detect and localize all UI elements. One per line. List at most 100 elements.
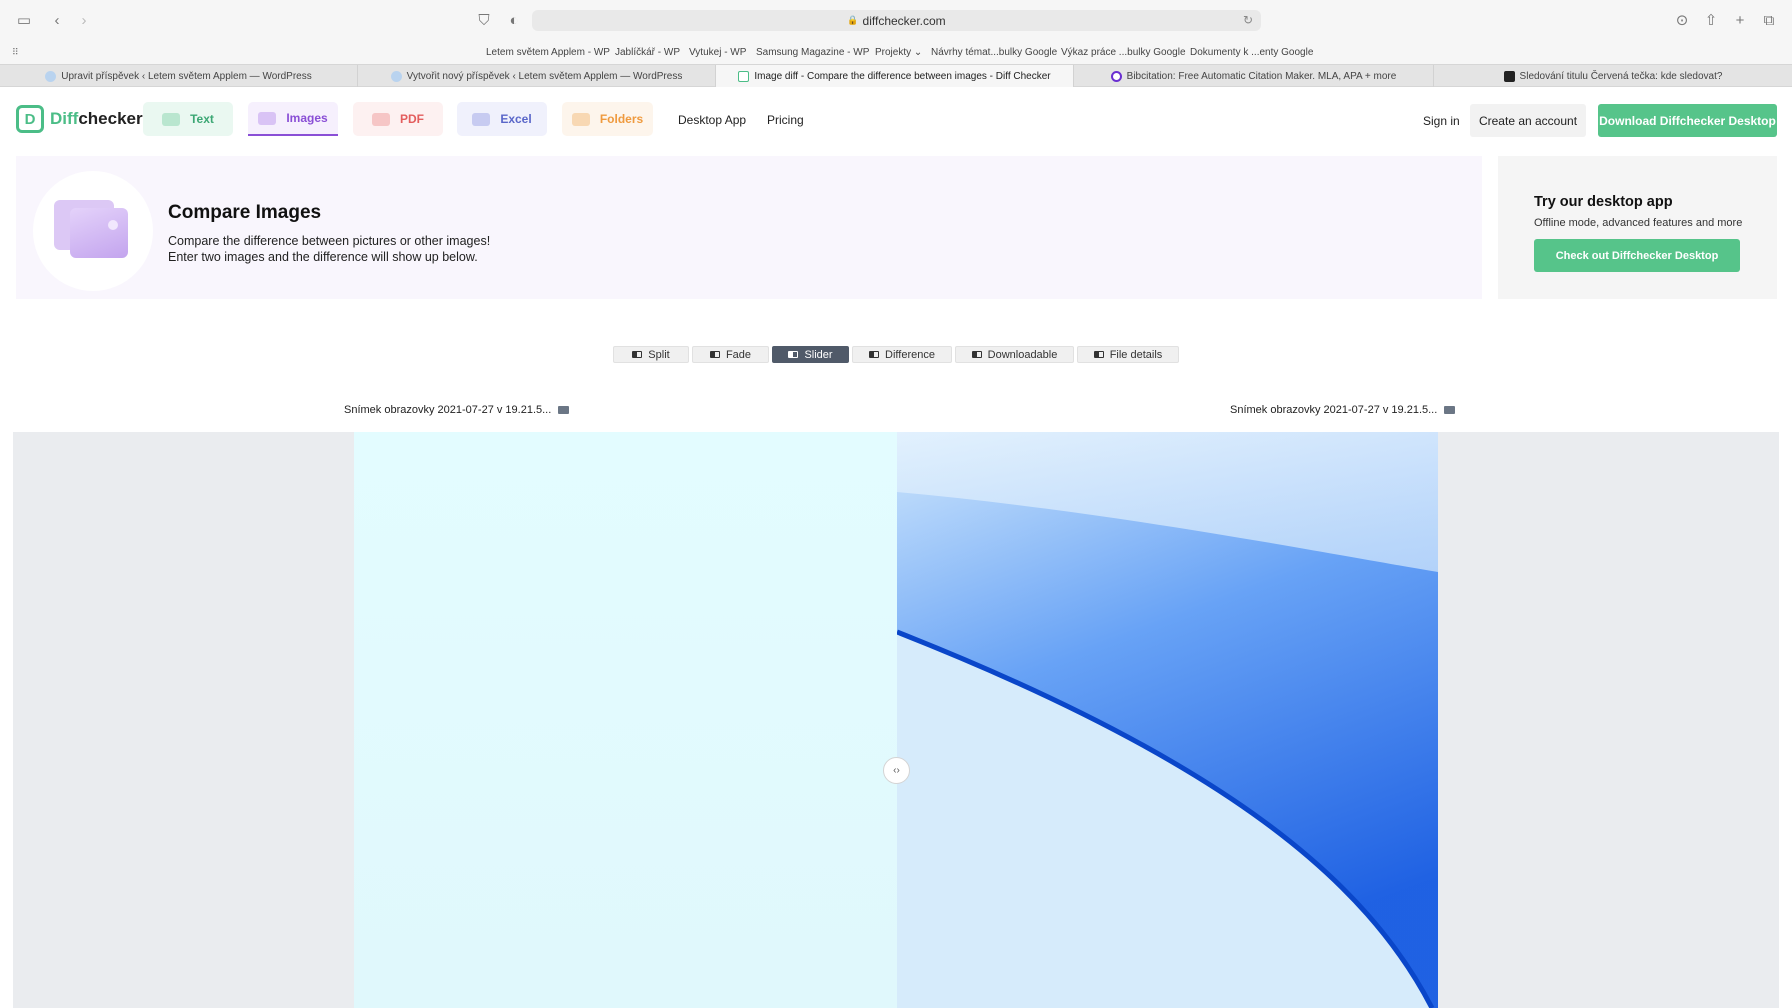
folder-diff-icon xyxy=(571,112,590,126)
promo-title: Try our desktop app xyxy=(1534,194,1673,210)
chevron-down-icon: ⌄ xyxy=(913,47,923,58)
favorite-item[interactable]: Vytukej - WP xyxy=(689,47,746,58)
page-title: Compare Images xyxy=(168,202,322,223)
reader-icon[interactable]: ◐ xyxy=(505,11,523,29)
back-icon[interactable]: ‹ xyxy=(48,11,66,29)
browser-tab[interactable]: Bibcitation: Free Automatic Citation Mak… xyxy=(1074,65,1434,87)
right-file-label: Snímek obrazovky 2021-07-27 v 19.21.5... xyxy=(1230,404,1438,416)
nav-tab-folders[interactable]: Folders xyxy=(562,102,653,136)
tab-title: Sledování titulu Červená tečka: kde sled… xyxy=(1519,70,1723,82)
split-icon xyxy=(632,351,643,358)
mode-label: Difference xyxy=(885,348,935,361)
mode-fade-button[interactable]: Fade xyxy=(692,346,769,363)
downloadable-icon xyxy=(971,351,982,358)
privacy-shield-icon[interactable]: ⛉ xyxy=(475,11,493,29)
mode-difference-button[interactable]: Difference xyxy=(852,346,952,363)
desktop-app-link[interactable]: Desktop App xyxy=(678,113,746,127)
browser-tab[interactable]: Sledování titulu Červená tečka: kde sled… xyxy=(1434,65,1792,87)
image-sun-icon xyxy=(108,220,118,230)
logo-text-suffix: checker xyxy=(78,109,143,128)
tab-title: Vytvořit nový příspěvek ‹ Letem světem A… xyxy=(406,70,683,82)
address-bar[interactable]: 🔒 diffchecker.com ↻ xyxy=(532,10,1261,31)
nav-tab-label: Excel xyxy=(500,112,532,126)
pdf-diff-icon xyxy=(372,112,390,126)
lock-icon: 🔒 xyxy=(847,15,859,25)
image-diff-icon xyxy=(258,111,277,125)
mode-slider-button[interactable]: Slider xyxy=(772,346,849,363)
create-account-button[interactable]: Create an account xyxy=(1470,104,1586,137)
reload-icon[interactable]: ↻ xyxy=(1243,13,1253,27)
nav-tab-label: Folders xyxy=(599,112,644,126)
mode-label: Fade xyxy=(725,348,752,361)
mode-label: Split xyxy=(648,348,670,361)
nav-tab-text[interactable]: Text xyxy=(143,102,233,136)
favorites-bar: ⠿ Letem světem Applem - WP Jablíčkář - W… xyxy=(0,40,1792,64)
pricing-link[interactable]: Pricing xyxy=(767,113,804,127)
mode-downloadable-button[interactable]: Downloadable xyxy=(955,346,1074,363)
nav-tab-label: Images xyxy=(286,111,328,125)
tab-title: Upravit příspěvek ‹ Letem světem Applem … xyxy=(61,70,312,82)
promo-subtitle: Offline mode, advanced features and more xyxy=(1534,217,1743,229)
text-diff-icon xyxy=(162,112,181,126)
url-text: diffchecker.com xyxy=(862,13,946,28)
image-comparison-stage: ‹› xyxy=(13,432,1779,1008)
hero-banner: Compare Images Compare the difference be… xyxy=(16,156,1482,299)
mode-label: Slider xyxy=(804,348,833,361)
favorite-item[interactable]: Návrhy témat...bulky Google xyxy=(931,47,1057,58)
favorites-grid-icon[interactable]: ⠿ xyxy=(12,47,24,57)
diffchecker-logo[interactable]: D Diffchecker xyxy=(16,105,143,133)
slider-handle[interactable]: ‹› xyxy=(883,757,910,784)
excel-diff-icon xyxy=(472,112,491,126)
left-file-name: Snímek obrazovky 2021-07-27 v 19.21.5... xyxy=(344,404,570,416)
tab-title: Image diff - Compare the difference betw… xyxy=(754,70,1051,82)
diffchecker-favicon-icon xyxy=(738,70,750,82)
tab-title: Bibcitation: Free Automatic Citation Mak… xyxy=(1126,70,1397,82)
folder-icon[interactable] xyxy=(558,406,570,414)
favorite-item-folder[interactable]: Projekty ⌄ xyxy=(875,47,922,58)
right-file-name: Snímek obrazovky 2021-07-27 v 19.21.5... xyxy=(1230,404,1456,416)
folder-icon[interactable] xyxy=(1444,406,1456,414)
forward-icon[interactable]: › xyxy=(75,11,93,29)
difference-icon xyxy=(869,351,880,358)
download-desktop-button[interactable]: Download Diffchecker Desktop xyxy=(1598,104,1777,137)
favorite-folder-label: Projekty xyxy=(875,47,912,58)
favorite-item[interactable]: Letem světem Applem - WP xyxy=(486,47,610,58)
desktop-promo-card: Try our desktop app Offline mode, advanc… xyxy=(1498,156,1777,299)
new-tab-icon[interactable]: + xyxy=(1731,11,1749,29)
nav-tab-label: PDF xyxy=(400,112,424,126)
fade-icon xyxy=(709,351,720,358)
tab-overview-icon[interactable]: ⧉ xyxy=(1760,11,1778,29)
browser-tab[interactable]: Upravit příspěvek ‹ Letem světem Applem … xyxy=(0,65,358,87)
nav-tab-excel[interactable]: Excel xyxy=(457,102,547,136)
check-out-desktop-button[interactable]: Check out Diffchecker Desktop xyxy=(1534,239,1740,272)
logo-text-prefix: Diff xyxy=(50,109,79,128)
downloads-icon[interactable]: ⊙ xyxy=(1673,11,1691,29)
favorite-item[interactable]: Samsung Magazine - WP xyxy=(756,47,869,58)
mode-file-details-button[interactable]: File details xyxy=(1077,346,1179,363)
image-illustration-front-icon xyxy=(70,208,128,258)
share-icon[interactable]: ⇧ xyxy=(1702,11,1720,29)
nav-tab-images[interactable]: Images xyxy=(248,102,338,136)
diffchecker-logo-icon: D xyxy=(16,105,44,133)
page-description-line1: Compare the difference between pictures … xyxy=(168,234,491,248)
mode-split-button[interactable]: Split xyxy=(613,346,689,363)
favorite-item[interactable]: Dokumenty k ...enty Google xyxy=(1190,47,1313,58)
file-details-icon xyxy=(1093,351,1104,358)
browser-tab-active[interactable]: Image diff - Compare the difference betw… xyxy=(716,65,1074,87)
left-image xyxy=(354,432,897,1008)
left-file-label: Snímek obrazovky 2021-07-27 v 19.21.5... xyxy=(344,404,552,416)
wordpress-favicon-icon xyxy=(390,70,402,82)
browser-tab[interactable]: Vytvořit nový příspěvek ‹ Letem světem A… xyxy=(358,65,716,87)
diffchecker-page: D Diffchecker Text Images PDF Excel Fold… xyxy=(0,88,1792,1008)
favorite-item[interactable]: Jablíčkář - WP xyxy=(615,47,680,58)
page-description-line2: Enter two images and the difference will… xyxy=(168,250,478,264)
bibcitation-favicon-icon xyxy=(1110,70,1122,82)
browser-toolbar: ▭ ‹ › ⛉ ◐ 🔒 diffchecker.com ↻ ⊙ ⇧ + ⧉ xyxy=(0,0,1792,40)
favorite-item[interactable]: Výkaz práce ...bulky Google xyxy=(1061,47,1186,58)
slider-arrows-icon: ‹› xyxy=(893,765,900,776)
wordpress-favicon-icon xyxy=(45,70,57,82)
sign-in-link[interactable]: Sign in xyxy=(1423,114,1460,128)
nav-tab-pdf[interactable]: PDF xyxy=(353,102,443,136)
sidebar-icon[interactable]: ▭ xyxy=(15,11,33,29)
mode-label: Downloadable xyxy=(987,348,1058,361)
